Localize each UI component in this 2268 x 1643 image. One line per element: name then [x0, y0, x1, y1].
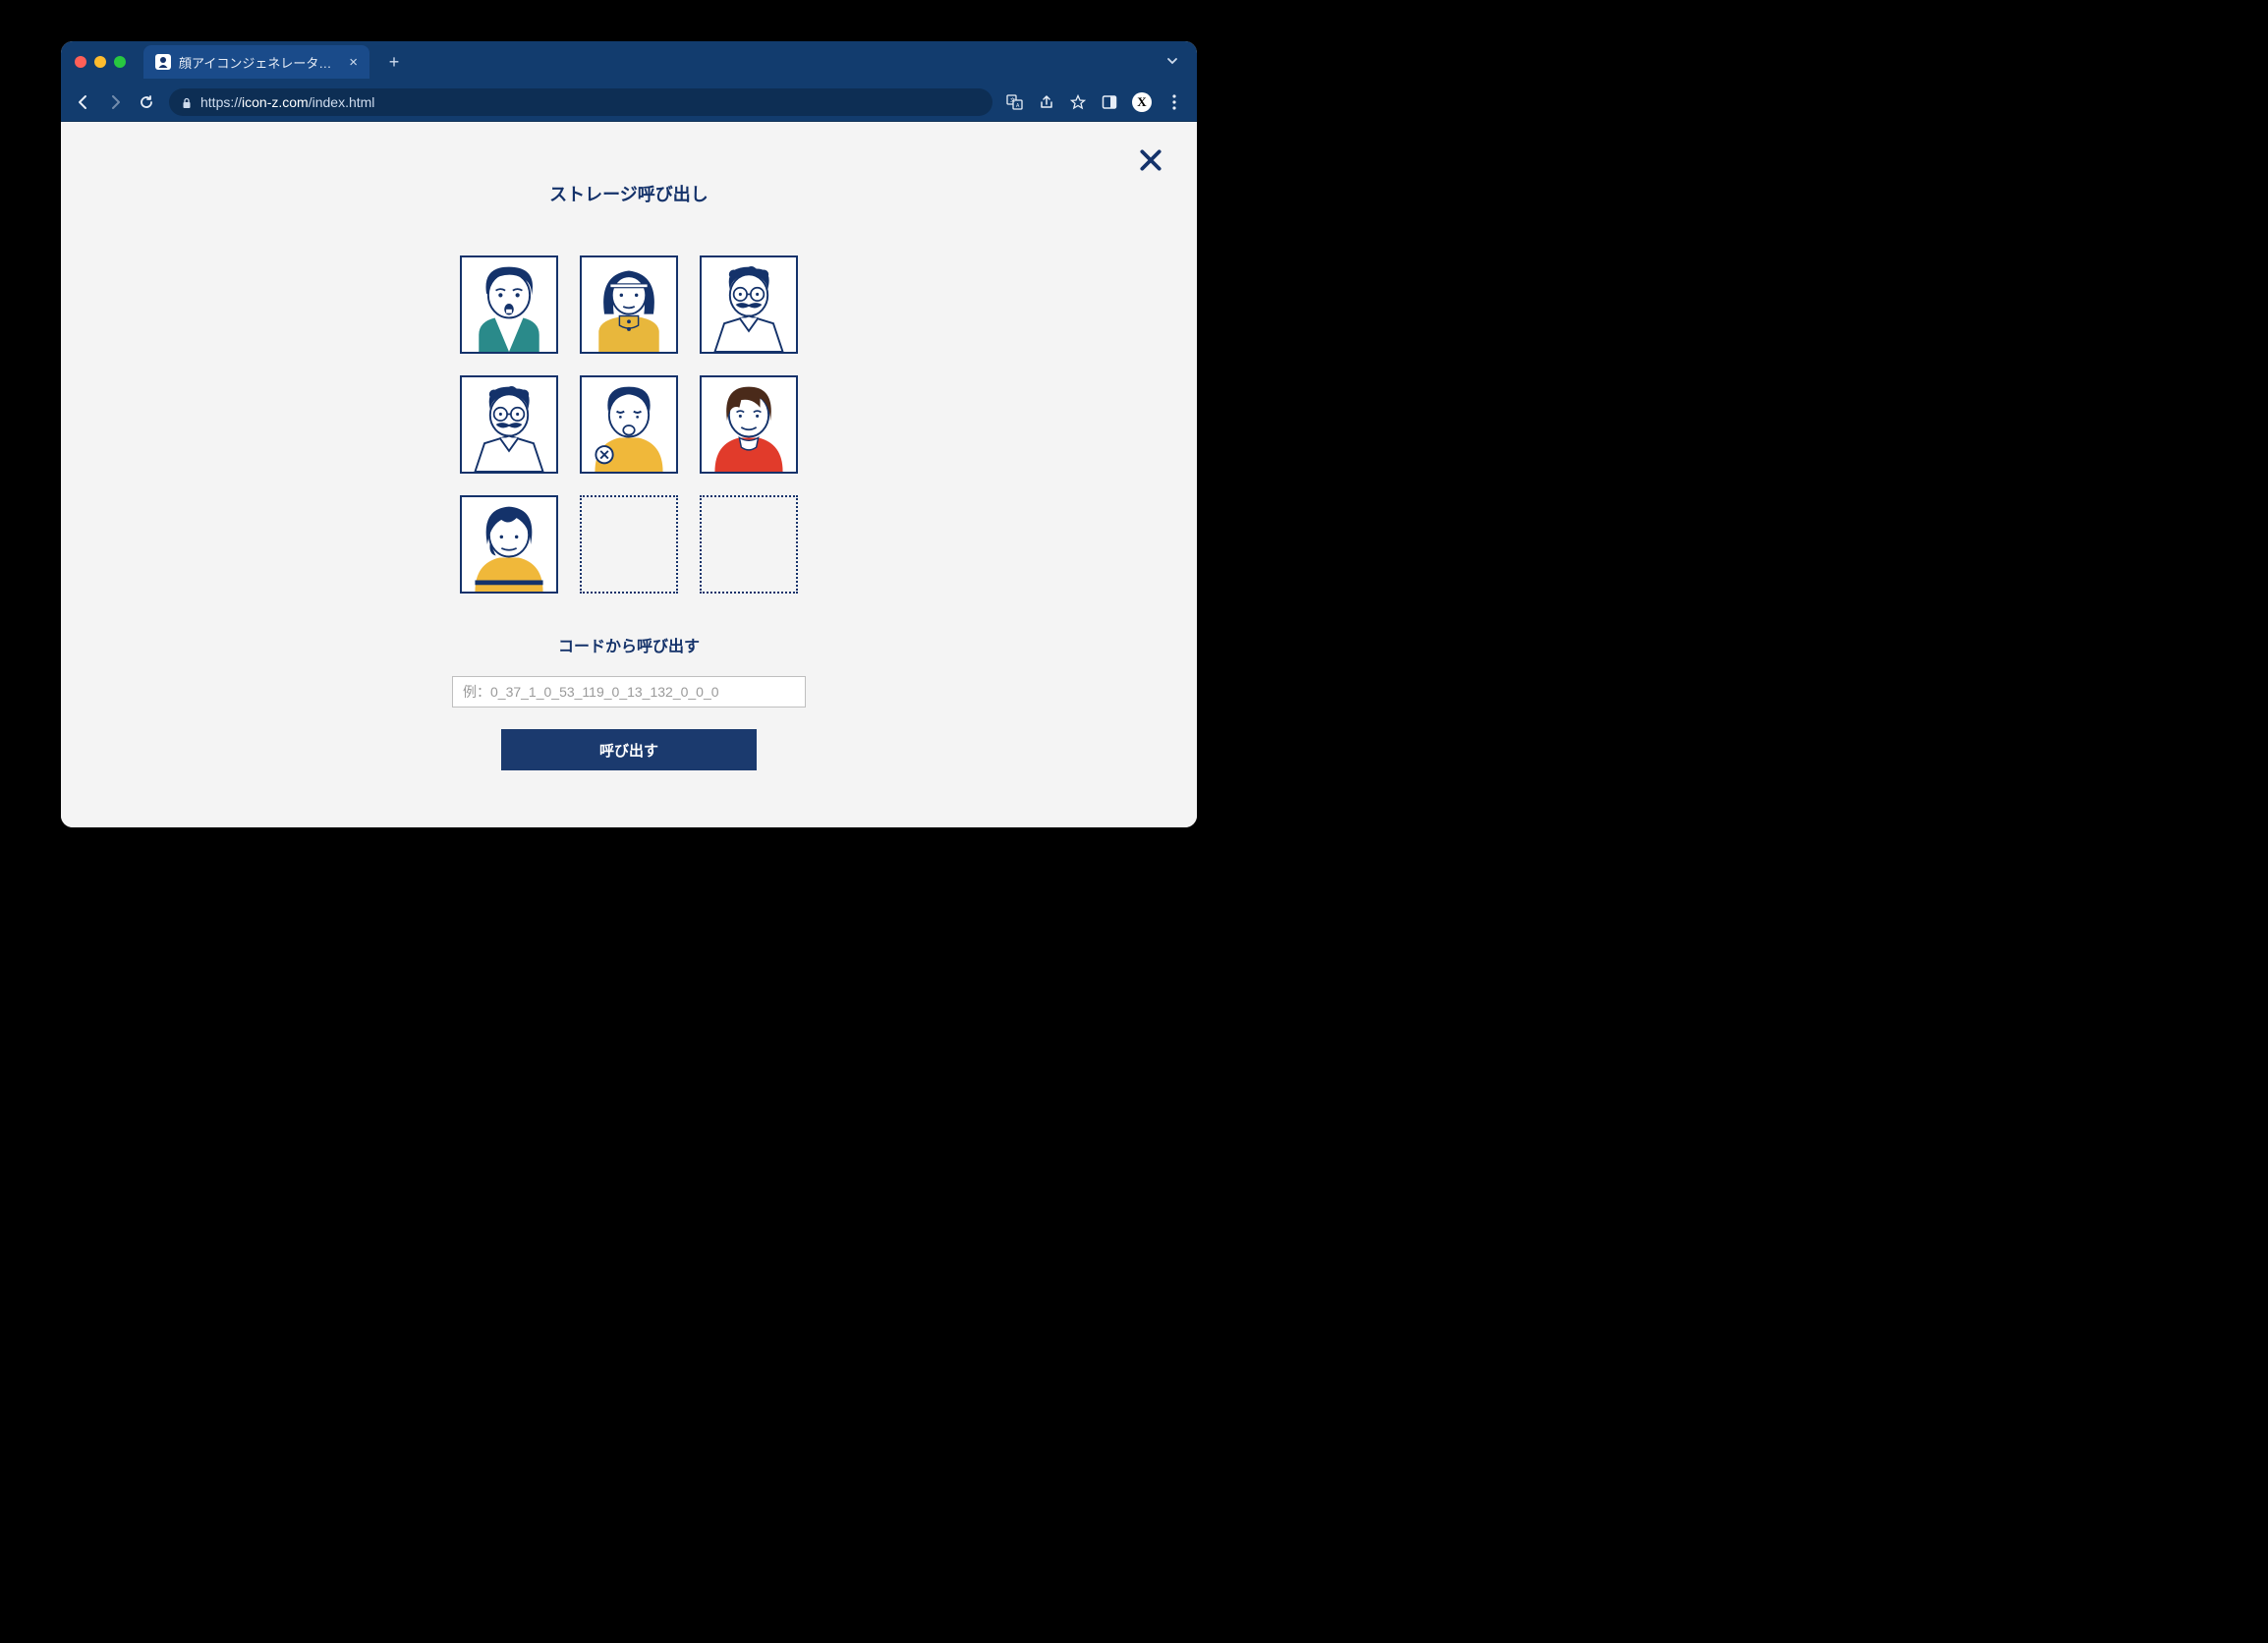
lock-icon — [181, 96, 193, 108]
call-button[interactable]: 呼び出す — [501, 729, 757, 770]
avatar-slot-4[interactable] — [460, 375, 558, 474]
panel-title: ストレージ呼び出し — [549, 181, 709, 206]
url-domain: icon-z.com — [242, 94, 309, 110]
back-button[interactable] — [75, 93, 92, 111]
avatar-slot-9-empty — [700, 495, 798, 594]
profile-avatar[interactable]: X — [1132, 92, 1152, 112]
code-input[interactable] — [452, 676, 806, 708]
tab-title: 顔アイコンジェネレーターZ | 人 — [179, 53, 341, 72]
tabs-dropdown-icon[interactable] — [1165, 54, 1179, 71]
bookmark-star-icon[interactable] — [1069, 93, 1087, 111]
svg-text:文: 文 — [1010, 96, 1015, 103]
forward-button[interactable] — [106, 93, 124, 111]
avatar-grid — [460, 255, 798, 594]
close-tab-icon[interactable]: × — [349, 55, 358, 70]
toolbar-actions: 文A X — [1006, 92, 1183, 112]
favicon-icon — [155, 54, 171, 70]
page-content: ストレージ呼び出し — [61, 122, 1197, 827]
avatar-slot-2[interactable] — [580, 255, 678, 354]
url-text: https://icon-z.com/index.html — [200, 94, 374, 110]
avatar-slot-7[interactable] — [460, 495, 558, 594]
reload-button[interactable] — [138, 93, 155, 111]
storage-panel: ストレージ呼び出し — [61, 122, 1197, 770]
titlebar: 顔アイコンジェネレーターZ | 人 × + — [61, 41, 1197, 83]
avatar-slot-3[interactable] — [700, 255, 798, 354]
minimize-window-button[interactable] — [94, 56, 106, 68]
code-section-title: コードから呼び出す — [558, 633, 700, 656]
avatar-slot-8-empty — [580, 495, 678, 594]
url-bar[interactable]: https://icon-z.com/index.html — [169, 88, 992, 116]
toolbar: https://icon-z.com/index.html 文A X — [61, 83, 1197, 122]
menu-dots-icon[interactable] — [1165, 93, 1183, 111]
browser-window: 顔アイコンジェネレーターZ | 人 × + https://icon-z.com… — [61, 41, 1197, 827]
browser-tab[interactable]: 顔アイコンジェネレーターZ | 人 × — [143, 45, 369, 79]
side-panel-icon[interactable] — [1101, 93, 1118, 111]
translate-icon[interactable]: 文A — [1006, 93, 1024, 111]
window-controls — [75, 56, 126, 68]
share-icon[interactable] — [1038, 93, 1055, 111]
close-modal-button[interactable] — [1138, 147, 1163, 178]
avatar-slot-5[interactable] — [580, 375, 678, 474]
close-window-button[interactable] — [75, 56, 86, 68]
url-path: /index.html — [309, 94, 375, 110]
avatar-slot-1[interactable] — [460, 255, 558, 354]
new-tab-button[interactable]: + — [383, 51, 405, 73]
avatar-slot-6[interactable] — [700, 375, 798, 474]
url-protocol: https:// — [200, 94, 242, 110]
maximize-window-button[interactable] — [114, 56, 126, 68]
